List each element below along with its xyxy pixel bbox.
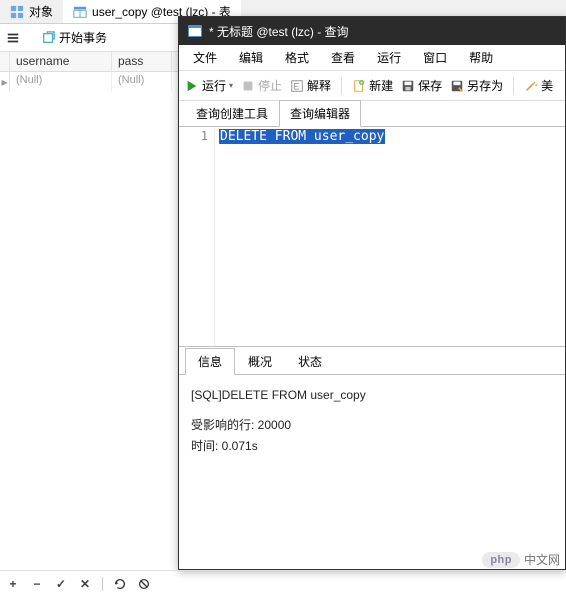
refresh-icon: [113, 577, 127, 591]
new-label: 新建: [369, 77, 393, 94]
save-icon: [401, 79, 415, 93]
stop-icon: [241, 79, 255, 93]
forbidden-icon: [137, 577, 151, 591]
stop-button[interactable]: 停止: [241, 77, 282, 94]
explain-icon: E: [290, 79, 304, 93]
result-tab-profile[interactable]: 概况: [235, 348, 285, 375]
data-grid: username pass ▸ (Null) (Null): [0, 52, 178, 570]
toolbar-separator: [341, 77, 342, 95]
menu-file[interactable]: 文件: [183, 46, 227, 69]
stop-label: 停止: [258, 77, 282, 94]
result-tab-status[interactable]: 状态: [285, 348, 335, 375]
menu-edit[interactable]: 编辑: [229, 46, 273, 69]
column-header-pass[interactable]: pass: [112, 52, 172, 71]
query-window-titlebar[interactable]: * 无标题 @test (lzc) - 查询: [179, 17, 565, 45]
menu-view[interactable]: 查看: [321, 46, 365, 69]
beautify-label: 美: [541, 77, 553, 94]
php-logo-icon: php: [482, 552, 520, 568]
cell-pass[interactable]: (Null): [112, 72, 172, 92]
query-window-title: * 无标题 @test (lzc) - 查询: [209, 23, 349, 40]
stop-refresh-button[interactable]: [137, 577, 151, 591]
query-menubar: 文件 编辑 格式 查看 运行 窗口 帮助: [179, 45, 565, 71]
begin-transaction-button[interactable]: 开始事务: [42, 29, 107, 46]
row-marker-header: [0, 52, 10, 71]
new-button[interactable]: + 新建: [352, 77, 393, 94]
menu-format[interactable]: 格式: [275, 46, 319, 69]
menu-run[interactable]: 运行: [367, 46, 411, 69]
watermark: php 中文网: [482, 551, 560, 568]
cancel-button[interactable]: ✕: [78, 577, 92, 591]
sql-editor[interactable]: 1 DELETE FROM user_copy: [179, 127, 565, 347]
delete-row-button[interactable]: −: [30, 577, 44, 591]
menu-toggle-button[interactable]: [6, 31, 20, 45]
result-sql-line: [SQL]DELETE FROM user_copy: [191, 385, 553, 407]
grid-icon: [10, 5, 24, 19]
query-subtabs: 查询创建工具 查询编辑器: [179, 101, 565, 127]
bottom-divider: [102, 577, 103, 591]
save-label: 保存: [418, 77, 442, 94]
editor-gutter: 1: [179, 127, 215, 346]
save-button[interactable]: 保存: [401, 77, 442, 94]
bottom-status-bar: + − ✓ ✕: [0, 570, 566, 596]
begin-transaction-label: 开始事务: [59, 29, 107, 46]
menu-help[interactable]: 帮助: [459, 46, 503, 69]
menu-window[interactable]: 窗口: [413, 46, 457, 69]
result-affected-rows: 受影响的行: 20000: [191, 415, 553, 437]
column-header-username[interactable]: username: [10, 52, 112, 71]
result-time: 时间: 0.071s: [191, 436, 553, 458]
run-button[interactable]: 运行 ▾: [185, 77, 233, 94]
table-icon: [73, 5, 87, 19]
cell-username[interactable]: (Null): [10, 72, 112, 92]
row-marker-icon: ▸: [0, 72, 10, 92]
toolbar-separator-2: [513, 77, 514, 95]
result-tabs: 信息 概况 状态: [179, 347, 565, 375]
tab-objects-label: 对象: [29, 3, 53, 20]
save-as-icon: [450, 79, 464, 93]
run-label: 运行: [202, 77, 226, 94]
explain-label: 解释: [307, 77, 331, 94]
save-as-button[interactable]: 另存为: [450, 77, 503, 94]
subtab-editor[interactable]: 查询编辑器: [279, 100, 361, 127]
code-area[interactable]: DELETE FROM user_copy: [215, 127, 565, 346]
result-body: [SQL]DELETE FROM user_copy 受影响的行: 20000 …: [179, 375, 565, 468]
sql-code-selection[interactable]: DELETE FROM user_copy: [219, 129, 385, 144]
refresh-button[interactable]: [113, 577, 127, 591]
save-as-label: 另存为: [467, 77, 503, 94]
tab-objects[interactable]: 对象: [0, 0, 63, 23]
play-icon: [185, 79, 199, 93]
watermark-text: 中文网: [524, 551, 560, 568]
table-row[interactable]: ▸ (Null) (Null): [0, 72, 178, 92]
dropdown-icon: ▾: [229, 81, 233, 90]
explain-button[interactable]: E 解释: [290, 77, 331, 94]
add-row-button[interactable]: +: [6, 577, 20, 591]
subtab-builder[interactable]: 查询创建工具: [185, 100, 279, 127]
query-window-icon: [187, 23, 203, 39]
svg-text:E: E: [294, 81, 300, 91]
query-window: * 无标题 @test (lzc) - 查询 文件 编辑 格式 查看 运行 窗口…: [178, 16, 566, 570]
wand-icon: [524, 79, 538, 93]
result-tab-info[interactable]: 信息: [185, 348, 235, 375]
confirm-button[interactable]: ✓: [54, 577, 68, 591]
new-file-icon: +: [352, 79, 366, 93]
line-number: 1: [185, 129, 208, 143]
svg-text:+: +: [360, 80, 363, 86]
query-toolbar: 运行 ▾ 停止 E 解释 + 新建 保存 另存为 美: [179, 71, 565, 101]
beautify-button[interactable]: 美: [524, 77, 553, 94]
grid-header: username pass: [0, 52, 178, 72]
